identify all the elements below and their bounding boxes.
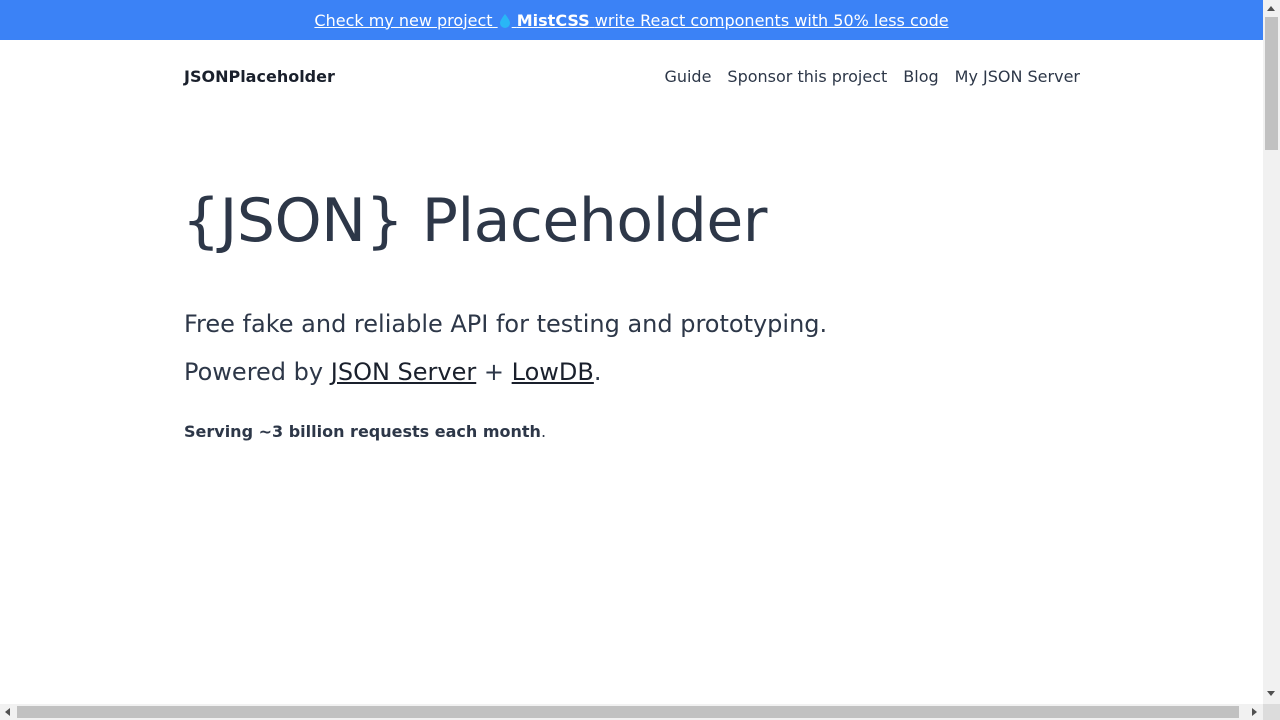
announcement-banner: Check my new project MistCSS write React… xyxy=(0,0,1263,40)
banner-link[interactable]: Check my new project MistCSS write React… xyxy=(314,11,948,30)
usage-stats: Serving ~3 billion requests each month. xyxy=(184,422,546,441)
nav-link-guide[interactable]: Guide xyxy=(664,67,711,86)
page-viewport: Check my new project MistCSS write React… xyxy=(0,0,1263,704)
scroll-down-arrow-icon[interactable] xyxy=(1267,691,1275,696)
nav-link-my-json-server[interactable]: My JSON Server xyxy=(955,67,1080,86)
vertical-scroll-thumb[interactable] xyxy=(1265,17,1278,150)
hero-title: {JSON} Placeholder xyxy=(182,186,767,256)
nav-links: Guide Sponsor this project Blog My JSON … xyxy=(664,67,1080,86)
scroll-left-arrow-icon[interactable] xyxy=(5,708,10,716)
top-navbar: JSONPlaceholder Guide Sponsor this proje… xyxy=(184,40,1080,113)
powered-plus: + xyxy=(483,358,504,386)
stats-text: Serving ~3 billion requests each month xyxy=(184,422,541,441)
hero-tagline: Free fake and reliable API for testing a… xyxy=(184,310,828,338)
droplet-icon xyxy=(499,13,510,28)
lowdb-link[interactable]: LowDB xyxy=(512,358,594,386)
stats-period: . xyxy=(540,422,547,441)
powered-by-line: Powered by JSON Server + LowDB. xyxy=(184,358,602,386)
banner-product: MistCSS xyxy=(516,10,590,30)
nav-link-blog[interactable]: Blog xyxy=(903,67,938,86)
json-server-link[interactable]: JSON Server xyxy=(331,358,477,386)
brand-logo[interactable]: JSONPlaceholder xyxy=(184,67,335,86)
horizontal-scroll-thumb[interactable] xyxy=(17,706,1239,718)
banner-suffix: write React components with 50% less cod… xyxy=(594,10,949,30)
scroll-up-arrow-icon[interactable] xyxy=(1267,6,1275,11)
nav-link-sponsor[interactable]: Sponsor this project xyxy=(727,67,887,86)
powered-prefix: Powered by xyxy=(184,358,324,386)
powered-end: . xyxy=(593,358,602,386)
scroll-right-arrow-icon[interactable] xyxy=(1252,708,1257,716)
banner-prefix: Check my new project xyxy=(314,10,493,30)
scrollbar-corner xyxy=(1263,704,1280,720)
